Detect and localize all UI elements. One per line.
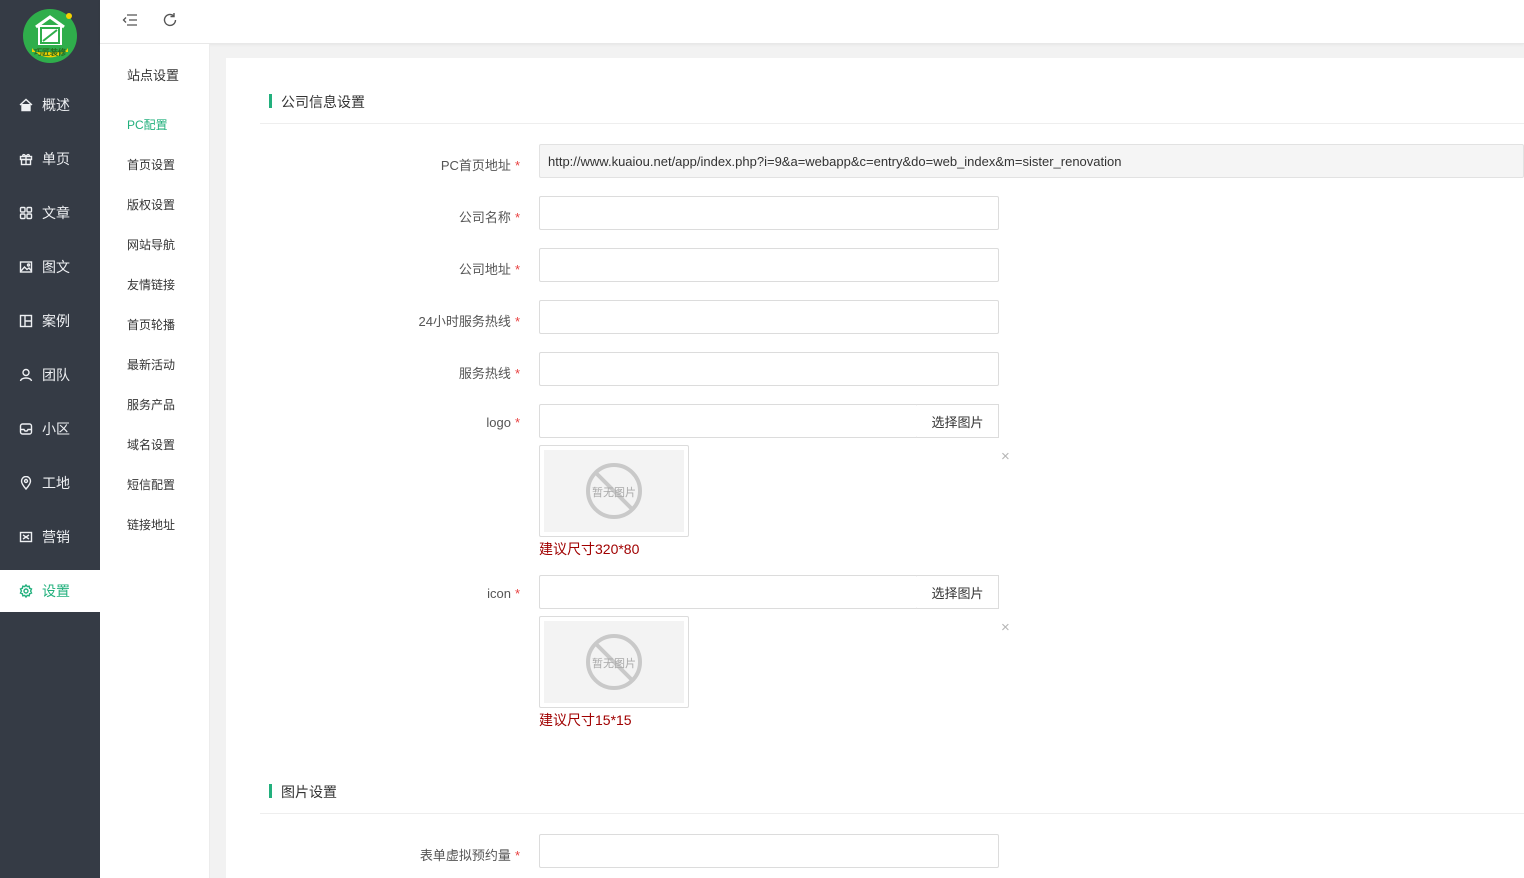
company-address-input[interactable] <box>539 248 999 282</box>
gift-icon <box>18 151 34 167</box>
nav-label: 案例 <box>42 313 70 329</box>
divider <box>260 123 1524 124</box>
marketing-icon <box>18 529 34 545</box>
icon-preview: 暂无图片 <box>539 616 689 708</box>
section-title-image: 图片设置 <box>269 782 337 802</box>
nav-item-cases[interactable]: 案例 <box>0 300 100 342</box>
icon-select-image-button[interactable]: 选择图片 <box>917 575 999 609</box>
hotline-24h-input[interactable] <box>539 300 999 334</box>
pc-url-input[interactable] <box>539 144 1524 178</box>
nav-label: 小区 <box>42 421 70 437</box>
main-sidebar: 巧匠装修 概述 单页 文章 图文 案例 团队 小区 工地 营销 设置 <box>0 0 100 878</box>
section-title-company: 公司信息设置 <box>269 92 365 112</box>
subnav-item-link-address[interactable]: 链接地址 <box>127 516 175 533</box>
logo-size-hint: 建议尺寸320*80 <box>539 541 640 557</box>
nav-item-image-text[interactable]: 图文 <box>0 246 100 288</box>
nav-label: 概述 <box>42 97 70 113</box>
no-image-icon: 暂无图片 <box>585 633 643 691</box>
company-name-label: 公司名称 * <box>458 210 520 225</box>
subnav-item-navigation[interactable]: 网站导航 <box>127 236 175 253</box>
grid-icon <box>18 205 34 221</box>
subnav-item-home-settings[interactable]: 首页设置 <box>127 156 175 173</box>
form-virtual-input[interactable] <box>539 834 999 868</box>
logo-preview: 暂无图片 <box>539 445 689 537</box>
refresh-icon[interactable] <box>160 10 180 30</box>
subnav-item-activities[interactable]: 最新活动 <box>127 356 175 373</box>
subnav-item-domain[interactable]: 域名设置 <box>127 436 175 453</box>
nav-label: 营销 <box>42 529 70 545</box>
nav-label: 团队 <box>42 367 70 383</box>
subnav-item-carousel[interactable]: 首页轮播 <box>127 316 175 333</box>
hotline-input[interactable] <box>539 352 999 386</box>
nav-item-marketing[interactable]: 营销 <box>0 516 100 558</box>
logo-remove-icon[interactable]: × <box>1001 448 1010 465</box>
form-virtual-label: 表单虚拟预约量 * <box>419 848 520 863</box>
nav-item-single-page[interactable]: 单页 <box>0 138 100 180</box>
nav-item-team[interactable]: 团队 <box>0 354 100 396</box>
logo-input[interactable] <box>539 404 918 438</box>
company-name-input[interactable] <box>539 196 999 230</box>
nav-label: 单页 <box>42 151 70 167</box>
brand-logo[interactable]: 巧匠装修 <box>22 8 78 64</box>
menu-collapse-icon[interactable] <box>120 10 140 30</box>
nav-item-site[interactable]: 工地 <box>0 462 100 504</box>
no-image-icon: 暂无图片 <box>585 462 643 520</box>
user-icon <box>18 367 34 383</box>
nav-label: 设置 <box>42 583 70 599</box>
nav-item-settings[interactable]: 设置 <box>0 570 100 612</box>
nav-item-overview[interactable]: 概述 <box>0 84 100 126</box>
sub-sidebar-title: 站点设置 <box>127 68 180 83</box>
no-image-text: 暂无图片 <box>592 658 636 670</box>
icon-size-hint: 建议尺寸15*15 <box>539 712 632 728</box>
top-bar <box>100 0 1524 44</box>
divider <box>260 813 1524 814</box>
company-address-label: 公司地址 * <box>458 262 520 277</box>
layout-icon <box>18 313 34 329</box>
hotline-24h-label: 24小时服务热线 * <box>418 314 520 329</box>
inbox-icon <box>18 421 34 437</box>
location-icon <box>18 475 34 491</box>
home-icon <box>18 97 34 113</box>
subnav-item-pc-config[interactable]: PC配置 <box>127 116 168 133</box>
logo-label: logo * <box>486 415 520 430</box>
icon-label: icon * <box>487 586 520 601</box>
subnav-item-copyright[interactable]: 版权设置 <box>127 196 175 213</box>
nav-label: 文章 <box>42 205 70 221</box>
no-image-text: 暂无图片 <box>592 487 636 499</box>
hotline-label: 服务热线 * <box>458 366 520 381</box>
nav-item-articles[interactable]: 文章 <box>0 192 100 234</box>
subnav-item-sms[interactable]: 短信配置 <box>127 476 175 493</box>
image-icon <box>18 259 34 275</box>
pc-url-label: PC首页地址 * <box>440 158 520 173</box>
nav-item-community[interactable]: 小区 <box>0 408 100 450</box>
sub-sidebar: 站点设置 PC配置 首页设置 版权设置 网站导航 友情链接 首页轮播 最新活动 … <box>100 44 210 878</box>
nav-label: 图文 <box>42 259 70 275</box>
nav-label: 工地 <box>42 475 70 491</box>
icon-input[interactable] <box>539 575 918 609</box>
subnav-item-friend-links[interactable]: 友情链接 <box>127 276 175 293</box>
gear-icon <box>18 583 34 599</box>
brand-logo-text: 巧匠装修 <box>34 48 66 57</box>
subnav-item-products[interactable]: 服务产品 <box>127 396 175 413</box>
icon-remove-icon[interactable]: × <box>1001 619 1010 636</box>
settings-form: 公司信息设置 PC首页地址* 公司名称* 公司地址* 24小时服务热线* 服务热… <box>226 58 1524 878</box>
logo-select-image-button[interactable]: 选择图片 <box>917 404 999 438</box>
